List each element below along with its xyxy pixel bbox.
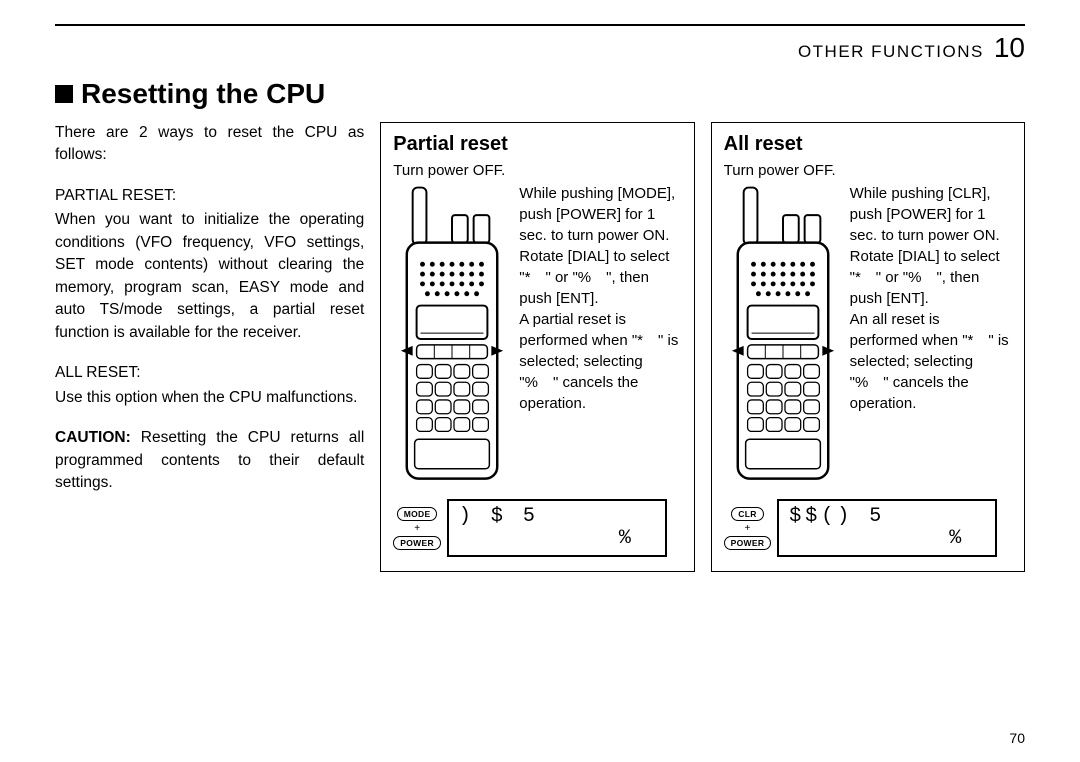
page-header: OTHER FUNCTIONS 10 <box>55 32 1025 64</box>
section-name: OTHER FUNCTIONS <box>798 42 984 62</box>
handheld-radio-icon <box>393 183 511 493</box>
partial-reset-text: When you want to initialize the operatin… <box>55 209 364 344</box>
all-heading: All reset <box>724 133 1012 156</box>
all-step1: Turn power OFF. <box>724 162 1012 179</box>
chapter-number: 10 <box>994 32 1025 64</box>
top-rule <box>55 24 1025 26</box>
handheld-radio-icon <box>724 183 842 493</box>
partial-instructions: While pushing [MODE], push [POWER] for 1… <box>519 183 681 493</box>
all-lcd-display: $$() 5 % <box>777 499 997 557</box>
main-title: Resetting the CPU <box>55 78 1025 110</box>
lcd-line2: % <box>789 528 985 550</box>
power-key-icon: POWER <box>724 536 772 550</box>
caution-paragraph: CAUTION: Resetting the CPU returns all p… <box>55 427 364 494</box>
all-display-row: CLR + POWER $$() 5 % <box>724 499 1012 557</box>
caution-label: CAUTION: <box>55 429 131 446</box>
all-reset-text: Use this option when the CPU malfunction… <box>55 387 364 409</box>
title-text: Resetting the CPU <box>81 78 325 110</box>
all-reset-label: ALL RESET: <box>55 362 364 384</box>
title-marker-icon <box>55 85 73 103</box>
radio-illustration <box>393 183 511 493</box>
intro-text: There are 2 ways to reset the CPU as fol… <box>55 122 364 167</box>
lcd-line2: % <box>459 528 655 550</box>
partial-reset-label: PARTIAL RESET: <box>55 185 364 207</box>
partial-lcd-display: ) $ 5 % <box>447 499 667 557</box>
lcd-line1: $$() 5 <box>789 506 985 528</box>
all-instructions: While pushing [CLR], push [POWER] for 1 … <box>850 183 1012 493</box>
plus-icon: + <box>745 523 751 534</box>
plus-icon: + <box>414 523 420 534</box>
intro-column: There are 2 ways to reset the CPU as fol… <box>55 122 364 572</box>
all-key-combo: CLR + POWER <box>724 507 772 550</box>
partial-display-row: MODE + POWER ) $ 5 % <box>393 499 681 557</box>
partial-key-combo: MODE + POWER <box>393 507 441 550</box>
lcd-line1: ) $ 5 <box>459 506 655 528</box>
content-columns: There are 2 ways to reset the CPU as fol… <box>55 122 1025 572</box>
mode-key-icon: MODE <box>397 507 438 521</box>
partial-heading: Partial reset <box>393 133 681 156</box>
radio-illustration <box>724 183 842 493</box>
partial-step1: Turn power OFF. <box>393 162 681 179</box>
clr-key-icon: CLR <box>731 507 763 521</box>
all-reset-panel: All reset Turn power OFF. <box>711 122 1025 572</box>
page-number: 70 <box>1009 730 1025 746</box>
partial-reset-panel: Partial reset Turn power OFF. <box>380 122 694 572</box>
power-key-icon: POWER <box>393 536 441 550</box>
